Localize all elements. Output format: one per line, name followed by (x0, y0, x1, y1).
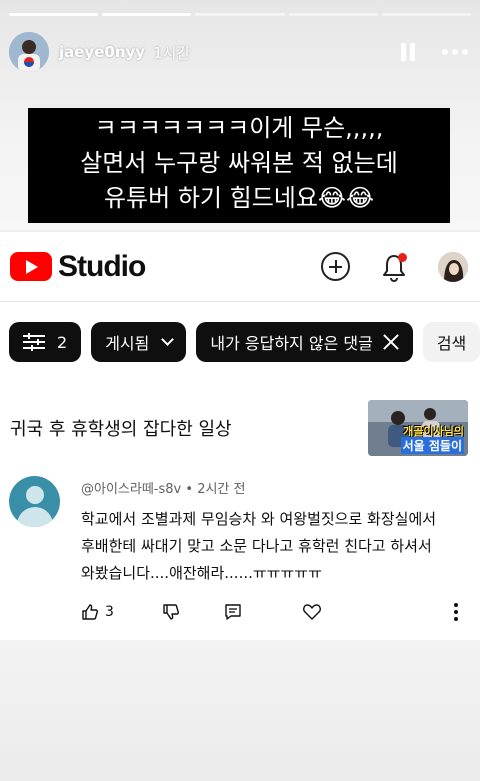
story-time: 1시간 (153, 43, 191, 62)
unreplied-label: 내가 응답하지 않은 댓글 (210, 334, 373, 353)
filter-chips: 2 게시됨 내가 응답하지 않은 댓글 검색 (0, 302, 480, 382)
more-options-icon[interactable] (442, 49, 468, 55)
story-progress-bar (9, 13, 472, 16)
progress-segment (9, 13, 99, 16)
filter-count-chip[interactable]: 2 (9, 322, 82, 362)
like-count: 3 (105, 604, 114, 620)
studio-header: Studio (0, 232, 480, 302)
comment-age: 2시간 전 (197, 482, 246, 497)
studio-screenshot: Studio 2 게시됨 내가 응답하지 않은 댓글 검색 귀국 후 휴학생의 … (0, 232, 480, 640)
story-bottom-area (0, 640, 480, 781)
search-chip[interactable]: 검색 (422, 322, 480, 362)
story-header: jaeye0nyy 1시간 (9, 30, 468, 74)
plus-circle-icon[interactable] (321, 252, 350, 281)
close-icon[interactable] (383, 334, 399, 350)
caption-line: 살면서 누구랑 싸워본 적 없는데 (80, 149, 398, 177)
story-avatar[interactable] (9, 32, 49, 72)
caption-line: 유튜버 하기 힘드네요😂😂 (103, 184, 375, 212)
unreplied-chip[interactable]: 내가 응답하지 않은 댓글 (196, 322, 413, 362)
pause-icon[interactable] (400, 43, 416, 61)
like-button[interactable]: 3 (81, 603, 114, 621)
progress-segment (288, 13, 378, 16)
search-label: 검색 (436, 334, 467, 353)
comment-author[interactable]: @아이스라떼-s8v (81, 482, 181, 497)
studio-logo-text: Studio (58, 249, 146, 283)
progress-segment (195, 13, 285, 16)
comment-actions: 3 (81, 603, 468, 621)
caption-line: ㅋㅋㅋㅋㅋㅋㅋ이게 무슨,,,,, (94, 114, 384, 142)
heart-button[interactable] (302, 603, 322, 621)
video-thumbnail[interactable]: 개골이사님의 서울 점들이 (368, 400, 468, 456)
avatar[interactable] (438, 251, 468, 282)
youtube-play-icon (10, 252, 52, 281)
video-row[interactable]: 귀국 후 휴학생의 잡다한 일상 개골이사님의 서울 점들이 (0, 390, 480, 466)
comment-item: @아이스라떼-s8v • 2시간 전 학교에서 조별과제 무임승차 와 여왕벌짓… (0, 466, 480, 621)
reply-button[interactable] (224, 603, 242, 621)
video-title[interactable]: 귀국 후 휴학생의 잡다한 일상 (10, 415, 232, 441)
story-caption: ㅋㅋㅋㅋㅋㅋㅋ이게 무슨,,,,, 살면서 누구랑 싸워본 적 없는데 유튜버 … (28, 108, 450, 223)
dislike-button[interactable] (162, 603, 180, 621)
bell-icon[interactable] (380, 252, 408, 282)
published-chip[interactable]: 게시됨 (91, 322, 187, 362)
thumbs-down-icon (163, 604, 179, 620)
thumbs-up-icon (82, 604, 98, 620)
chevron-down-icon (161, 333, 175, 346)
filter-count: 2 (57, 332, 68, 352)
filter-icon (23, 333, 45, 351)
published-label: 게시됨 (105, 334, 150, 353)
thumbnail-caption: 서울 점들이 (400, 437, 464, 454)
comment-text: 학교에서 조별과제 무임승차 와 여왕벌짓으로 화장실에서 후배한테 싸대기 맞… (81, 510, 437, 582)
youtube-studio-logo[interactable]: Studio (10, 249, 146, 284)
commenter-avatar[interactable] (9, 476, 60, 527)
reply-icon (225, 604, 241, 620)
comment-meta: @아이스라떼-s8v • 2시간 전 (81, 482, 246, 497)
story-username[interactable]: jaeye0nyy (59, 43, 145, 61)
heart-icon (302, 604, 321, 620)
comment-more-icon[interactable] (454, 603, 458, 621)
progress-segment (102, 13, 192, 16)
progress-segment (381, 13, 472, 16)
notification-dot (398, 252, 407, 262)
